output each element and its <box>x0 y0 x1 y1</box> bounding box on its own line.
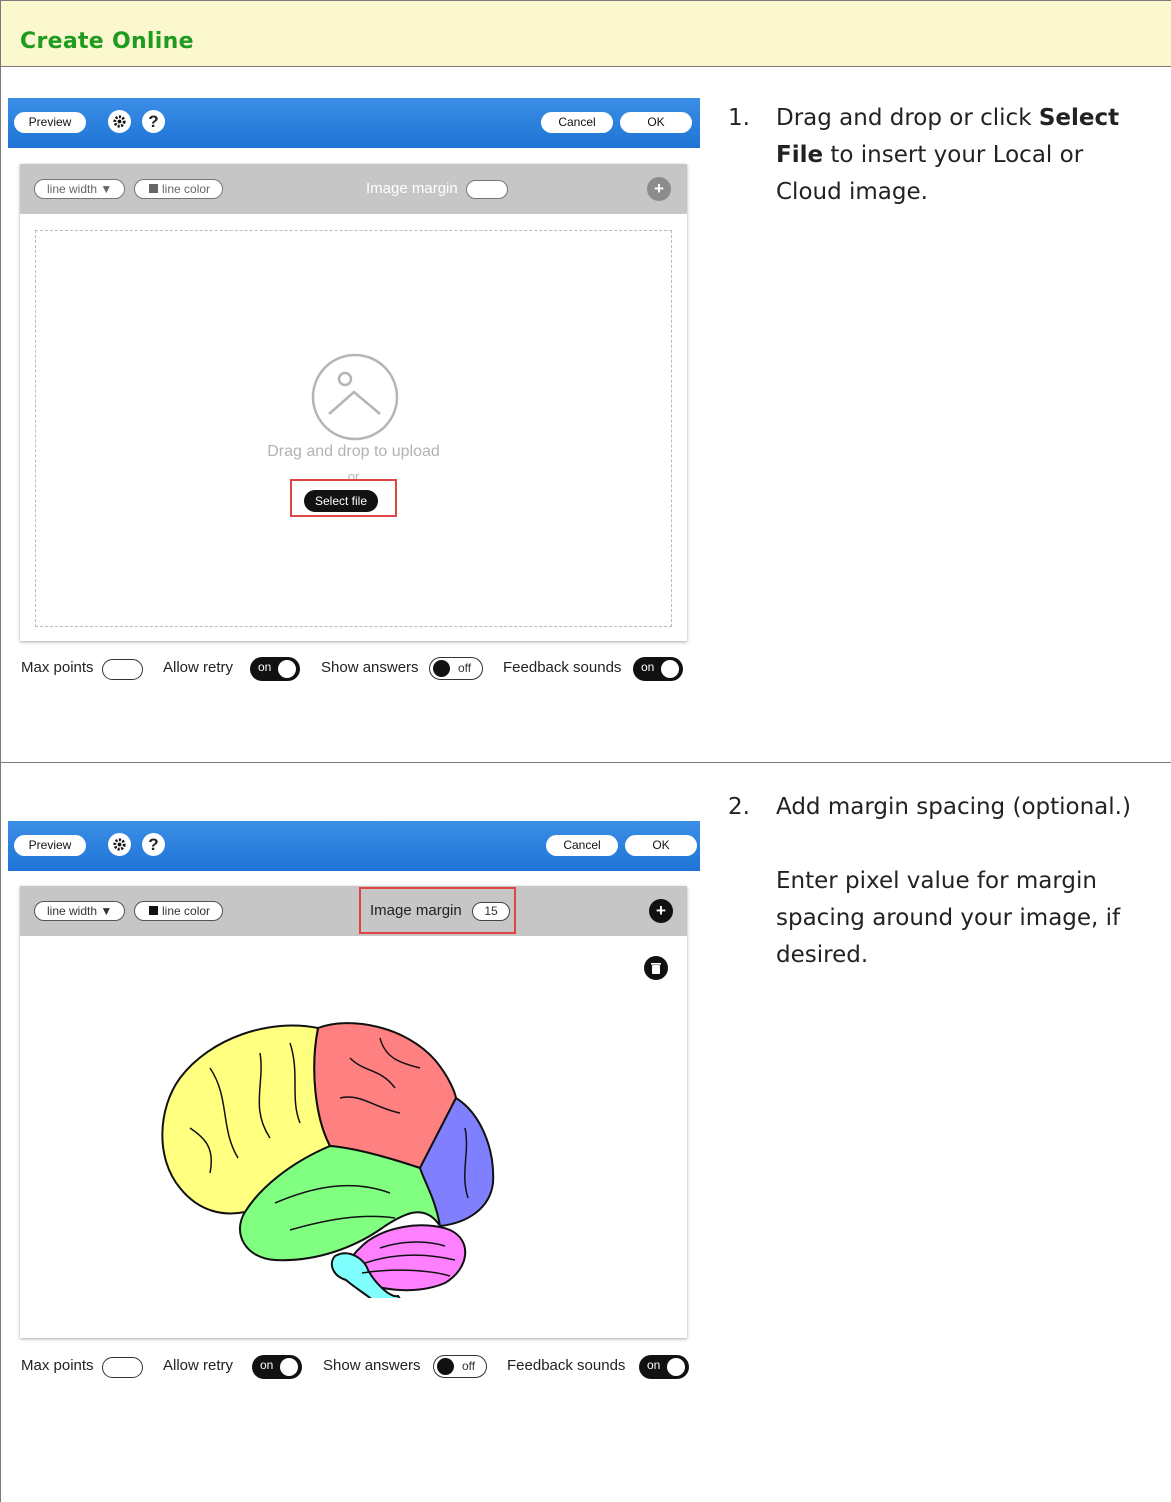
editor-screenshot-margin: Preview ? Cancel OK line width ▼ line co… <box>8 821 700 1401</box>
row-divider <box>1 762 1171 763</box>
color-swatch <box>149 184 158 193</box>
image-placeholder-icon <box>311 353 399 441</box>
line-width-dropdown[interactable]: line width ▼ <box>34 901 126 921</box>
allow-retry-label: Allow retry <box>163 1357 234 1374</box>
step-text: Drag and drop or click Select File to in… <box>776 105 1120 205</box>
page-title: Create Online <box>20 29 194 54</box>
plus-icon[interactable]: + <box>647 177 671 201</box>
canvas-panel: line width ▼ line color Image margin 15 … <box>20 886 687 1338</box>
allow-retry-label: Allow retry <box>163 659 234 676</box>
max-points-label: Max points <box>21 1357 94 1374</box>
show-answers-toggle[interactable]: off <box>433 1355 487 1378</box>
allow-retry-toggle[interactable]: on <box>252 1355 302 1379</box>
step-number: 2. <box>728 794 750 820</box>
max-points-input[interactable] <box>102 659 143 680</box>
ok-button[interactable]: OK <box>625 835 697 856</box>
show-answers-toggle[interactable]: off <box>429 657 483 680</box>
max-points-label: Max points <box>21 659 94 676</box>
max-points-input[interactable] <box>102 1357 143 1378</box>
line-color-button[interactable]: line color <box>134 179 224 199</box>
feedback-sounds-label: Feedback sounds <box>503 659 622 676</box>
gear-icon[interactable] <box>108 833 131 856</box>
canvas-toolbar: line width ▼ line color Image margin + <box>20 164 687 214</box>
image-margin-label: Image margin <box>366 180 458 197</box>
step-number: 1. <box>728 105 750 131</box>
highlight-image-margin <box>359 887 516 934</box>
image-margin-input[interactable] <box>466 180 508 199</box>
preview-button[interactable]: Preview <box>14 112 86 133</box>
table-header: Create Online <box>1 1 1171 67</box>
brain-diagram-image <box>161 1022 495 1298</box>
feedback-sounds-toggle[interactable]: on <box>639 1355 689 1379</box>
canvas-toolbar: line width ▼ line color Image margin 15 … <box>20 886 687 936</box>
canvas-panel: line width ▼ line color Image margin + D… <box>20 164 687 641</box>
gear-icon[interactable] <box>108 110 131 133</box>
preview-button[interactable]: Preview <box>14 835 86 856</box>
line-color-button[interactable]: line color <box>134 901 224 921</box>
plus-icon[interactable]: + <box>649 899 673 923</box>
editor-topbar: Preview ? Cancel OK <box>8 821 700 871</box>
allow-retry-toggle[interactable]: on <box>250 657 300 681</box>
editor-screenshot-upload: Preview ? Cancel OK line width ▼ line co… <box>8 98 700 698</box>
drop-instructions: Drag and drop to upload <box>267 443 440 460</box>
help-icon[interactable]: ? <box>142 833 165 856</box>
line-width-dropdown[interactable]: line width ▼ <box>34 179 126 199</box>
feedback-sounds-label: Feedback sounds <box>507 1357 626 1374</box>
color-swatch <box>149 906 158 915</box>
editor-topbar: Preview ? Cancel OK <box>8 98 700 148</box>
cancel-button[interactable]: Cancel <box>541 112 613 133</box>
show-answers-label: Show answers <box>321 659 419 676</box>
image-dropzone[interactable]: Drag and drop to upload or <box>35 230 672 627</box>
show-answers-label: Show answers <box>323 1357 421 1374</box>
help-icon[interactable]: ? <box>142 110 165 133</box>
highlight-select-file <box>290 479 397 517</box>
ok-button[interactable]: OK <box>620 112 692 133</box>
step-text: Add margin spacing (optional.) Enter pix… <box>776 794 1131 968</box>
feedback-sounds-toggle[interactable]: on <box>633 657 683 681</box>
trash-icon[interactable] <box>644 956 668 980</box>
cancel-button[interactable]: Cancel <box>546 835 618 856</box>
